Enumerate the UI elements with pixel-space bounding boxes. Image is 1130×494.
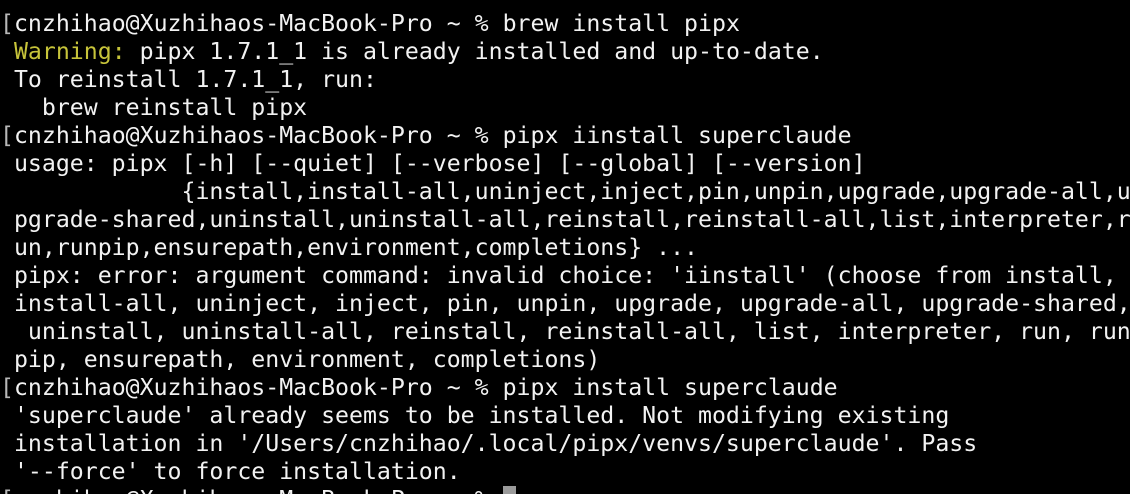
output-line: {install,install-all,uninject,inject,pin… [0, 178, 1130, 205]
prompt-line: [cnzhihao@Xuzhihaos-MacBook-Pro ~ % pipx… [0, 374, 1130, 402]
shell-prompt: cnzhihao@Xuzhihaos-MacBook-Pro ~ % [14, 486, 503, 494]
shell-prompt: cnzhihao@Xuzhihaos-MacBook-Pro ~ % [13, 374, 503, 401]
output-line: brew reinstall pipx [0, 94, 308, 121]
shell-prompt: cnzhihao@Xuzhihaos-MacBook-Pro ~ % [13, 122, 503, 149]
output-line: '--force' to force installation. [0, 458, 461, 485]
text-cursor[interactable] [502, 486, 516, 494]
error-line: uninstall, uninstall-all, reinstall, rei… [0, 318, 1130, 345]
current-prompt-line[interactable]: [cnzhihao@Xuzhihaos-MacBook-Pro ~ % [0, 486, 1130, 494]
error-line: pip, ensurepath, environment, completion… [0, 346, 601, 373]
output-line: usage: pipx [-h] [--quiet] [--verbose] [… [0, 150, 866, 177]
command-text: pipx iinstall superclaude [502, 122, 852, 149]
prompt-marker: [ [0, 486, 14, 494]
output-line: Warning: pipx 1.7.1_1 is already install… [0, 38, 1130, 66]
warning-text: pipx 1.7.1_1 is already installed and up… [125, 38, 824, 65]
command-text: pipx install superclaude [502, 374, 838, 401]
output-line: un,runpip,ensurepath,environment,complet… [0, 234, 699, 261]
prompt-marker: [ [0, 10, 14, 37]
terminal-window[interactable]: [cnzhihao@Xuzhihaos-MacBook-Pro ~ % brew… [0, 0, 1130, 494]
prompt-line: [cnzhihao@Xuzhihaos-MacBook-Pro ~ % brew… [0, 10, 1130, 38]
shell-prompt: cnzhihao@Xuzhihaos-MacBook-Pro ~ % [13, 10, 503, 37]
output-line: pgrade-shared,uninstall,uninstall-all,re… [0, 206, 1130, 233]
prompt-marker: [ [0, 374, 14, 401]
error-line: pipx: error: argument command: invalid c… [0, 262, 1117, 289]
output-line: installation in '/Users/cnzhihao/.local/… [0, 430, 978, 457]
output-line: 'superclaude' already seems to be instal… [0, 402, 950, 429]
error-line: install-all, uninject, inject, pin, unpi… [0, 290, 1130, 317]
warning-label: Warning: [13, 38, 126, 65]
prompt-marker: [ [0, 122, 14, 149]
output-line: To reinstall 1.7.1_1, run: [0, 66, 377, 93]
command-text: brew install pipx [502, 10, 740, 37]
prompt-line: [cnzhihao@Xuzhihaos-MacBook-Pro ~ % pipx… [0, 122, 1130, 150]
